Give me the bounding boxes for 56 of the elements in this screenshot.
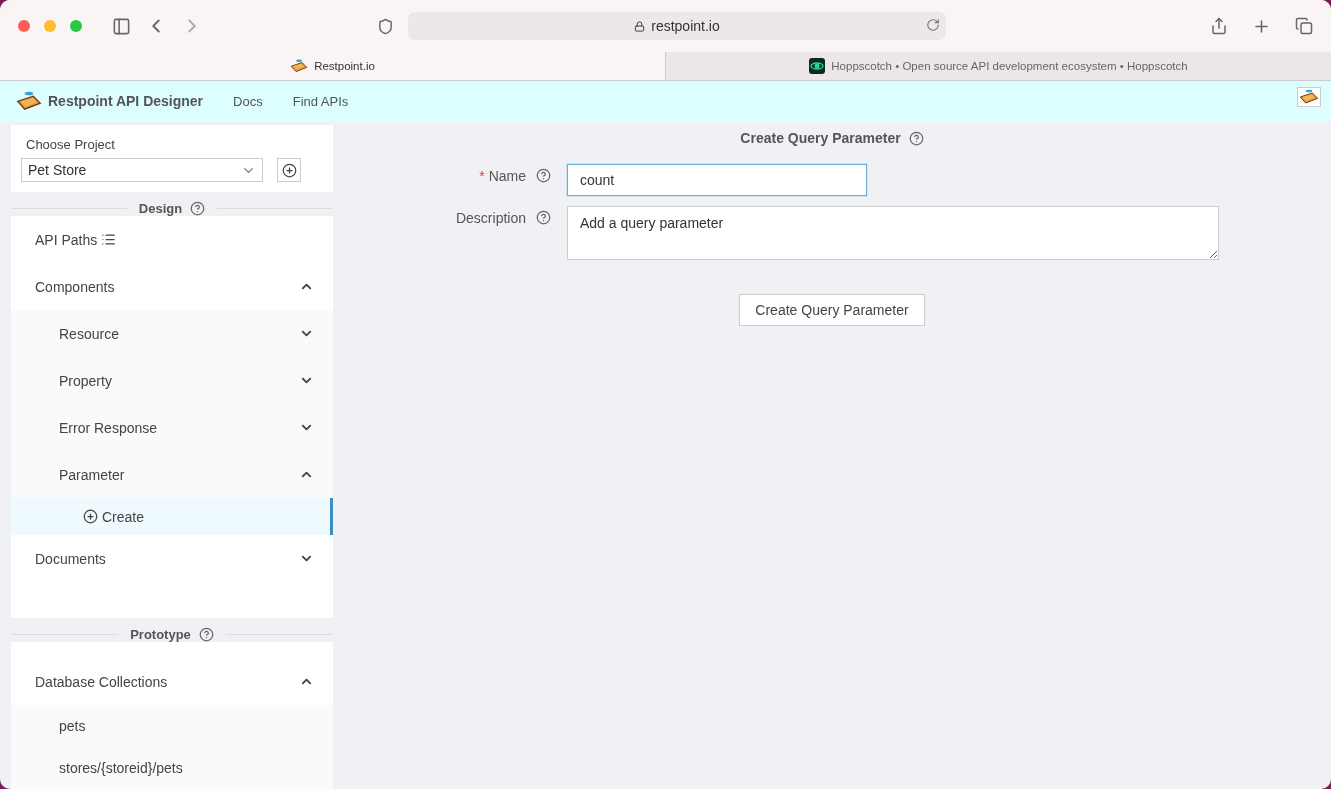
sidebar-icon[interactable] <box>112 16 131 36</box>
tray-logo-icon <box>290 58 309 74</box>
app-title: Restpoint API Designer <box>48 93 204 110</box>
add-project-button[interactable] <box>277 158 301 182</box>
field-label: Choose Project <box>25 137 116 152</box>
project-select[interactable]: Pet Store <box>21 158 263 182</box>
help-icon[interactable] <box>190 200 206 216</box>
required-mark: * <box>479 168 485 184</box>
profile-button[interactable] <box>1297 87 1321 107</box>
menu-item[interactable]: stores/{storeid}/pets <box>11 747 333 789</box>
section-title: Prototype <box>130 626 191 642</box>
menu-group-label: Error Response <box>59 419 158 436</box>
address-text: restpoint.io <box>651 18 720 34</box>
help-icon[interactable] <box>536 168 551 183</box>
menu-group-label: Documents <box>35 550 106 567</box>
menu-item[interactable]: Property <box>11 357 333 404</box>
collection-label: stores/{storeid}/pets <box>59 760 183 776</box>
shield-icon[interactable] <box>377 17 394 35</box>
description-field[interactable]: Add a query parameter <box>567 206 1219 260</box>
menu-group-label: Property <box>59 372 112 389</box>
help-icon[interactable] <box>536 210 551 225</box>
api-paths-link[interactable]: API Paths <box>35 231 117 248</box>
collection-label: pets <box>59 718 86 734</box>
name-field[interactable]: count <box>567 164 867 196</box>
nav-link[interactable]: Docs <box>233 94 263 109</box>
menu-group-label: Database Collections <box>35 673 168 690</box>
create-label: Create <box>102 508 145 525</box>
share-icon[interactable] <box>1210 17 1228 35</box>
field-label: Name <box>488 168 526 184</box>
close-button[interactable] <box>18 20 30 32</box>
field-label: Description <box>455 210 526 226</box>
tabs-overview-icon[interactable] <box>1295 17 1313 35</box>
nav-link[interactable]: Find APIs <box>292 94 349 109</box>
browser-tab[interactable]: Hoppscotch • Open source API development ecosystem • Hoppscotch <box>665 52 1331 80</box>
menu-group-label: Parameter <box>59 466 125 483</box>
menu-item[interactable]: Parameter <box>11 451 333 498</box>
help-icon[interactable] <box>908 130 924 146</box>
plus-circle-icon <box>83 509 98 524</box>
lock-icon <box>634 20 646 32</box>
menu-group-label: Resource <box>59 325 119 342</box>
section-title: Design <box>138 200 183 216</box>
tray-logo-icon <box>16 91 42 112</box>
menu-item[interactable]: Create <box>11 498 333 535</box>
form-title: Create Query Parameter <box>740 130 901 146</box>
menu-item[interactable]: Error Response <box>11 404 333 451</box>
help-icon[interactable] <box>198 626 214 642</box>
menu-item[interactable]: pets <box>11 705 333 747</box>
menu-group-label: Components <box>35 278 115 295</box>
reload-icon[interactable] <box>926 18 940 32</box>
menu-item[interactable]: Resource <box>11 310 333 357</box>
submit-button[interactable]: Create Query Parameter <box>739 294 925 326</box>
tray-logo-icon <box>1299 89 1319 105</box>
list-icon <box>101 232 117 247</box>
planet-icon <box>809 58 826 74</box>
create-link[interactable]: Create <box>83 508 145 525</box>
address-bar[interactable]: restpoint.io <box>408 12 946 40</box>
